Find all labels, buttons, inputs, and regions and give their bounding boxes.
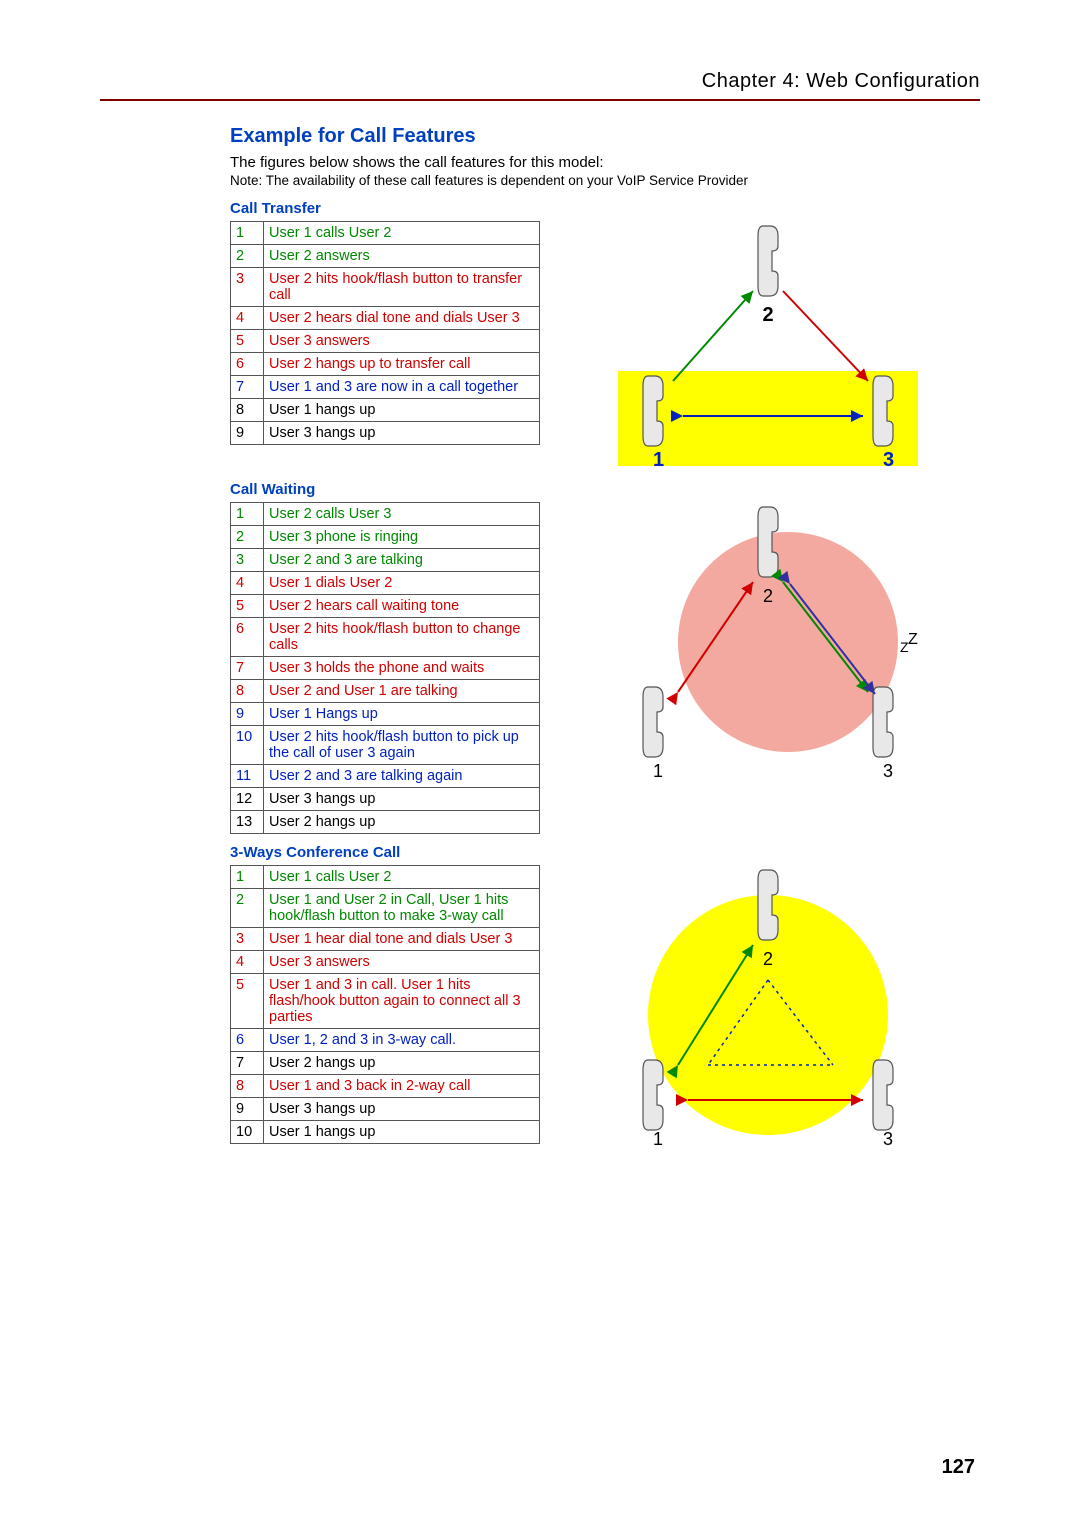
table-row: 8User 2 and User 1 are talking	[231, 680, 540, 703]
table-row: 9User 3 hangs up	[231, 1098, 540, 1121]
table-row: 1User 1 calls User 2	[231, 866, 540, 889]
handset-icon	[873, 1060, 893, 1130]
table-row: 5User 3 answers	[231, 330, 540, 353]
table-row: 8User 1 and 3 back in 2-way call	[231, 1075, 540, 1098]
steps-table: 1User 2 calls User 3 2User 3 phone is ri…	[230, 502, 540, 834]
intro-text: The figures below shows the call feature…	[230, 154, 980, 171]
feature-call-transfer: Call Transfer 1User 1 calls User 2 2User…	[230, 200, 980, 471]
table-row: 6User 2 hangs up to transfer call	[231, 353, 540, 376]
note-text: Note: The availability of these call fea…	[230, 173, 980, 188]
table-row: 4User 1 dials User 2	[231, 572, 540, 595]
handset-icon	[643, 687, 663, 757]
section-title: Example for Call Features	[230, 125, 980, 148]
handset-icon	[873, 687, 893, 757]
table-row: 2User 2 answers	[231, 245, 540, 268]
table-row: 10User 1 hangs up	[231, 1121, 540, 1144]
table-row: 12User 3 hangs up	[231, 788, 540, 811]
table-row: 6User 1, 2 and 3 in 3-way call.	[231, 1029, 540, 1052]
table-row: 13User 2 hangs up	[231, 811, 540, 834]
svg-text:Z: Z	[908, 631, 918, 648]
table-row: 10User 2 hits hook/flash button to pick …	[231, 726, 540, 765]
table-row: 4User 3 answers	[231, 951, 540, 974]
chapter-title: Chapter 4: Web Configuration	[100, 70, 980, 101]
table-row: 6User 2 hits hook/flash button to change…	[231, 618, 540, 657]
table-row: 11User 2 and 3 are talking again	[231, 765, 540, 788]
handset-icon	[758, 226, 778, 296]
steps-table: 1User 1 calls User 2 2User 1 and User 2 …	[230, 865, 540, 1144]
table-row: 1User 1 calls User 2	[231, 222, 540, 245]
table-row: 2User 3 phone is ringing	[231, 526, 540, 549]
table-row: 5User 1 and 3 in call. User 1 hits flash…	[231, 974, 540, 1029]
steps-table: 1User 1 calls User 2 2User 2 answers 3Us…	[230, 221, 540, 445]
table-row: 3User 2 and 3 are talking	[231, 549, 540, 572]
svg-text:2: 2	[763, 949, 773, 969]
svg-text:1: 1	[653, 1129, 663, 1145]
feature-title: Call Waiting	[230, 481, 980, 498]
page-number: 127	[942, 1456, 975, 1479]
svg-text:3: 3	[883, 1129, 893, 1145]
diagram-call-transfer: 2 1 3	[556, 221, 980, 471]
diagram-call-waiting: 2 1 3 Z Z	[556, 502, 980, 782]
svg-text:2: 2	[763, 586, 773, 606]
table-row: 4User 2 hears dial tone and dials User 3	[231, 307, 540, 330]
page: Chapter 4: Web Configuration Example for…	[0, 0, 1080, 1527]
svg-text:1: 1	[653, 761, 663, 781]
table-row: 8User 1 hangs up	[231, 399, 540, 422]
feature-title: Call Transfer	[230, 200, 980, 217]
svg-text:2: 2	[762, 304, 773, 326]
table-row: 9User 3 hangs up	[231, 422, 540, 445]
handset-icon	[643, 1060, 663, 1130]
table-row: 3User 1 hear dial tone and dials User 3	[231, 928, 540, 951]
table-row: 9User 1 Hangs up	[231, 703, 540, 726]
table-row: 1User 2 calls User 3	[231, 503, 540, 526]
feature-title: 3-Ways Conference Call	[230, 844, 980, 861]
feature-call-waiting: Call Waiting 1User 2 calls User 3 2User …	[230, 481, 980, 834]
table-row: 7User 2 hangs up	[231, 1052, 540, 1075]
table-row: 3User 2 hits hook/flash button to transf…	[231, 268, 540, 307]
svg-text:3: 3	[883, 449, 894, 471]
table-row: 2User 1 and User 2 in Call, User 1 hits …	[231, 889, 540, 928]
table-row: 7User 1 and 3 are now in a call together	[231, 376, 540, 399]
table-row: 7User 3 holds the phone and waits	[231, 657, 540, 680]
svg-text:1: 1	[653, 449, 664, 471]
diagram-conference: 2 1 3	[556, 865, 980, 1145]
feature-conference: 3-Ways Conference Call 1User 1 calls Use…	[230, 844, 980, 1145]
svg-text:3: 3	[883, 761, 893, 781]
table-row: 5User 2 hears call waiting tone	[231, 595, 540, 618]
